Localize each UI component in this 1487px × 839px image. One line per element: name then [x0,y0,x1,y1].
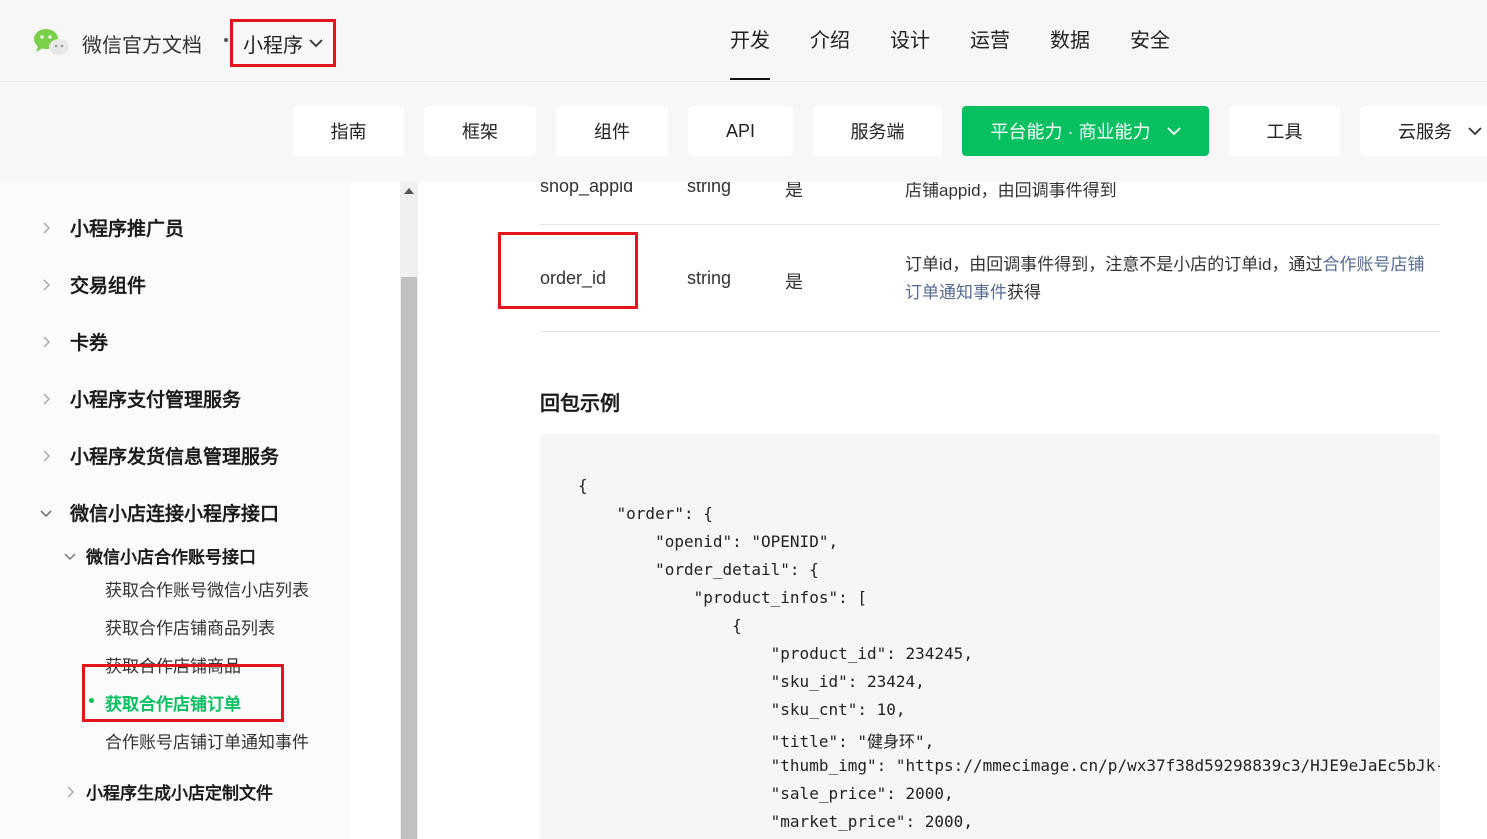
sidebar-item-label: 交易组件 [70,276,147,297]
sidebar-subgroup-label: 小程序生成小店定制文件 [86,784,273,803]
code-line: { [578,616,742,635]
param-type: string [687,268,732,288]
param-name: order_id [540,268,607,288]
sidebar-leaf-order-event[interactable]: 合作账号店铺订单通知事件 [105,728,309,753]
desc-text: 订单id，由回调事件得到，注意不是小店的订单id，通过 [905,255,1323,274]
tab-server[interactable]: 服务端 [813,106,942,156]
sidebar-item-shipping-service[interactable]: 小程序发货信息管理服务 [40,442,279,469]
active-indicator-dot [89,698,94,703]
brand-title[interactable]: 微信官方文档 [82,29,202,58]
scroll-thumb[interactable] [401,277,417,839]
sidebar-leaf-order[interactable]: 获取合作店铺订单 [105,690,241,715]
tab-cloud[interactable]: 云服务 [1360,106,1487,156]
product-switch-dropdown[interactable]: 小程序 [230,19,336,67]
sidebar-item-promoter[interactable]: 小程序推广员 [40,214,184,241]
sidebar-item-trade-components[interactable]: 交易组件 [40,271,146,298]
tab-components[interactable]: 组件 [556,106,668,156]
sidebar-subgroup-label: 微信小店合作账号接口 [86,548,256,567]
product-switch-label: 小程序 [243,34,303,57]
sidebar-item-label: 卡券 [70,333,109,354]
tab-label: 工具 [1266,122,1303,142]
param-required: 是 [785,272,803,292]
sidebar-item-label: 小程序发货信息管理服务 [70,447,280,468]
sidebar-nav: 小程序推广员 交易组件 卡券 小程序支付管理服务 小程序发货信息管理服务 微信小… [0,182,420,839]
sidebar-leaf-product-list[interactable]: 获取合作店铺商品列表 [105,614,275,639]
scroll-up-arrow-icon[interactable] [404,188,414,194]
code-line: "title": "健身环", [578,732,935,751]
tab-api[interactable]: API [688,106,793,156]
code-line: "product_id": 234245, [578,644,973,663]
sidebar-item-shop-connect[interactable]: 微信小店连接小程序接口 [40,499,279,526]
tab-framework[interactable]: 框架 [424,106,536,156]
sidebar-subgroup-custom-file[interactable]: 小程序生成小店定制文件 [64,779,273,804]
code-line: "sku_cnt": 10, [578,700,906,719]
sidebar-subgroup-partner-api[interactable]: 微信小店合作账号接口 [64,543,256,568]
chevron-right-icon [43,335,51,348]
sidebar-item-label: 小程序支付管理服务 [70,390,242,411]
param-type: string [687,182,732,196]
tab-label: 平台能力 · 商业能力 [990,122,1151,142]
chevron-right-icon [43,449,51,462]
code-line: "product_infos": [ [578,588,867,607]
tab-label: 云服务 [1398,122,1452,142]
table-divider [540,224,1440,225]
sidebar-item-label: 小程序推广员 [70,219,185,240]
desc-text: 获得 [1007,283,1041,302]
top-header: 微信官方文档 小程序 开发 介绍 设计 运营 数据 安全 [0,0,1487,82]
tab-platform-capabilities[interactable]: 平台能力 · 商业能力 [962,106,1209,156]
chevron-down-icon [309,39,323,48]
sidebar-item-cards[interactable]: 卡券 [40,328,108,355]
nav-data[interactable]: 数据 [1050,0,1090,82]
tab-label: 组件 [594,122,630,142]
tab-guide[interactable]: 指南 [293,106,404,156]
nav-security[interactable]: 安全 [1130,0,1170,82]
nav-develop[interactable]: 开发 [730,0,770,82]
chevron-down-icon [64,552,76,560]
param-desc: 订单id，由回调事件得到，注意不是小店的订单id，通过合作账号店铺订单通知事件获… [905,251,1435,307]
sidebar-item-label: 微信小店连接小程序接口 [70,504,280,525]
section-title: 回包示例 [540,393,620,415]
chevron-right-icon [67,785,75,798]
code-line: "thumb_img": "https://mmecimage.cn/p/wx3… [578,756,1440,775]
tab-label: API [725,120,755,141]
tab-label: 服务端 [850,122,905,142]
doc-tab-bar: 指南 框架 组件 API 服务端 平台能力 · 商业能力 工具 云服务 [0,82,1487,182]
tab-label: 指南 [330,122,367,142]
wechat-logo-icon[interactable] [32,26,72,58]
chevron-right-icon [43,221,51,234]
param-required: 是 [785,182,803,200]
sidebar-leaf-shop-list[interactable]: 获取合作账号微信小店列表 [105,576,309,601]
code-line: "sale_price": 2000, [578,784,954,803]
tab-label: 框架 [462,122,498,142]
code-line: "market_price": 2000, [578,812,973,831]
table-divider [540,331,1440,332]
code-block: { "order": { "openid": "OPENID", "order_… [540,434,1440,839]
code-line: "openid": "OPENID", [578,532,839,551]
nav-design[interactable]: 设计 [890,0,930,82]
code-line: { [578,476,588,495]
doc-content: shop_appid string 是 店铺appid，由回调事件得到 orde… [420,182,1487,839]
param-name: shop_appid [540,182,634,196]
chevron-down-icon [1468,127,1482,136]
chevron-right-icon [43,392,51,405]
chevron-down-icon [40,509,52,517]
code-line: "sku_id": 23424, [578,672,925,691]
code-line: "order": { [578,504,713,523]
nav-operation[interactable]: 运营 [970,0,1010,82]
chevron-right-icon [43,278,51,291]
code-line: "order_detail": { [578,560,819,579]
sidebar-scrollbar[interactable] [400,182,418,839]
separator-dot [224,38,228,42]
sidebar-leaf-product[interactable]: 获取合作店铺商品 [105,652,241,677]
tab-tools[interactable]: 工具 [1229,106,1340,156]
main-nav: 开发 介绍 设计 运营 数据 安全 [730,0,1170,82]
nav-intro[interactable]: 介绍 [810,0,850,82]
sidebar-item-payment-service[interactable]: 小程序支付管理服务 [40,385,241,412]
chevron-down-icon [1166,127,1181,136]
param-desc: 店铺appid，由回调事件得到 [905,182,1117,200]
